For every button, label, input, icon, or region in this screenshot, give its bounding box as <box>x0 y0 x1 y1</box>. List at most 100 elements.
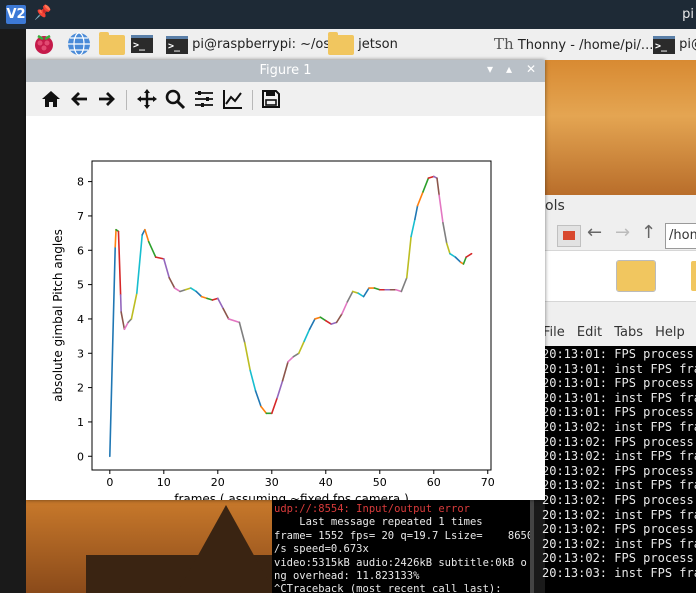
pan-icon[interactable] <box>136 88 158 110</box>
forward-arrow-icon[interactable]: → <box>615 222 630 243</box>
terminal-icon: >_ <box>166 35 188 54</box>
vnc-logo[interactable]: V2 <box>6 5 26 24</box>
thonny-icon: Th <box>494 35 514 53</box>
figure-toolbar <box>26 82 545 116</box>
folder-list <box>545 250 696 302</box>
terminal-output[interactable]: 20:13:01: FPS process 20:13:01: inst FPS … <box>542 347 696 581</box>
up-arrow-icon[interactable]: ↑ <box>641 222 656 243</box>
y-tick-label: 0 <box>77 450 84 463</box>
figure-titlebar[interactable]: Figure 1 ▾ ▴ ✕ <box>26 60 545 82</box>
terminal-line: 20:13:02: inst FPS fra <box>542 449 696 464</box>
terminal-line: 20:13:02: FPS process <box>542 522 694 537</box>
zoom-icon[interactable] <box>164 88 186 110</box>
minimize-icon[interactable]: ▾ <box>487 62 493 76</box>
terminal-line: ng overhead: 11.823133% <box>274 570 420 583</box>
terminal-line: 20:13:01: FPS process <box>542 405 694 420</box>
terminal-launcher-icon[interactable]: >_ <box>131 33 155 57</box>
taskbar: >_ >_ pi@raspberrypi: ~/os... jetson Th … <box>26 29 696 61</box>
terminal-line: ^CTraceback (most recent call last): <box>274 583 502 593</box>
folder-item[interactable] <box>616 260 656 292</box>
data-segment <box>114 228 117 248</box>
forward-icon[interactable] <box>96 88 118 110</box>
path-input[interactable]: /hom <box>665 223 696 249</box>
x-tick-label: 70 <box>481 476 495 489</box>
terminal-line: 20:13:02: inst FPS fra <box>542 536 696 551</box>
y-axis-label: absolute gimbal Pitch angles <box>51 229 65 402</box>
terminal-line: frame= 1552 fps= 20 q=19.7 Lsize= 8650 <box>274 529 534 542</box>
data-segment <box>119 294 122 313</box>
x-tick-label: 60 <box>427 476 441 489</box>
terminal-line: 20:13:03: inst FPS fra <box>542 565 696 580</box>
back-icon[interactable] <box>68 88 90 110</box>
terminal-line: 20:13:01: inst FPS fra <box>542 361 696 376</box>
desktop-wallpaper <box>545 60 696 200</box>
terminal-line: 20:13:02: FPS process <box>542 551 694 566</box>
home-icon[interactable] <box>40 88 62 110</box>
terminal-line: 20:13:02: FPS process <box>542 434 694 449</box>
terminal-line: Last message repeated 1 times <box>274 516 483 529</box>
vnc-title-bar: V2 📌 pi <box>0 0 696 29</box>
terminal-error-line: udp://:8554: Input/output error <box>274 503 470 515</box>
menu-file[interactable]: File <box>543 325 565 340</box>
configure-icon[interactable] <box>193 88 215 110</box>
menu-help[interactable]: Help <box>655 325 685 340</box>
figure-window: Figure 1 ▾ ▴ ✕ 0 10 20 30 40 50 60 70 0 1 2 3 4 5 6 7 8 f… <box>26 60 545 500</box>
x-tick-label: 0 <box>106 476 113 489</box>
folder-icon <box>328 31 354 55</box>
terminal-line: /s speed=0.673x <box>274 543 369 556</box>
edit-axes-icon[interactable] <box>222 88 244 110</box>
toolbar-separator <box>126 90 127 110</box>
figure-title: Figure 1 <box>259 63 312 78</box>
y-tick-label: 3 <box>77 347 84 360</box>
file-manager-icon[interactable] <box>99 31 125 58</box>
line-chart[interactable]: 0 10 20 30 40 50 60 70 0 1 2 3 4 5 6 7 8 frames ( assumin… <box>26 116 545 500</box>
browser-globe-icon[interactable] <box>67 32 91 56</box>
terminal-line: 20:13:01: FPS process <box>542 347 694 361</box>
terminal-scrollbar[interactable] <box>530 500 534 593</box>
y-tick-label: 5 <box>77 279 84 292</box>
x-tick-label: 40 <box>319 476 333 489</box>
terminal-line: 20:13:02: FPS process <box>542 463 694 478</box>
x-tick-label: 10 <box>157 476 171 489</box>
x-tick-label: 50 <box>373 476 387 489</box>
terminal-line: 20:13:01: inst FPS fra <box>542 390 696 405</box>
terminal-line: video:5315kB audio:2426kB subtitle:0kB o <box>274 556 527 569</box>
home-folder-icon[interactable] <box>557 225 581 247</box>
terminal-window-left: udp://:8554: Input/output error Last mes… <box>272 500 534 593</box>
terminal-line: 20:13:02: inst FPS fra <box>542 507 696 522</box>
y-tick-label: 6 <box>77 244 84 257</box>
y-tick-label: 1 <box>77 416 84 429</box>
menu-edit[interactable]: Edit <box>577 325 602 340</box>
close-icon[interactable]: ✕ <box>526 62 536 76</box>
terminal-line: 20:13:02: inst FPS fra <box>542 478 696 493</box>
folder-item[interactable] <box>691 261 696 291</box>
taskbar-folder-task[interactable]: jetson <box>328 31 398 58</box>
raspberry-menu-icon[interactable] <box>32 32 56 56</box>
file-manager-title: ols <box>545 198 565 214</box>
back-arrow-icon[interactable]: ← <box>587 222 602 243</box>
vnc-hostname: pi <box>682 7 694 22</box>
x-axis-label: frames ( assuming ~fixed fps camera ) <box>174 492 409 500</box>
taskbar-terminal-task[interactable]: >_ pi@raspberrypi: ~/os... <box>166 31 343 58</box>
save-icon[interactable] <box>260 88 282 110</box>
taskbar-thonny-task[interactable]: Th Thonny - /home/pi/... <box>494 31 653 58</box>
toolbar-separator <box>252 90 253 110</box>
plot-area <box>91 160 492 471</box>
terminal-window-right: File Edit Tabs Help 20:13:01: FPS proces… <box>542 320 696 593</box>
pin-icon[interactable]: 📌 <box>34 5 51 21</box>
desktop-wallpaper-temple <box>26 500 272 593</box>
terminal-line: 20:13:01: FPS process <box>542 376 694 391</box>
y-tick-label: 2 <box>77 382 84 395</box>
y-tick-label: 7 <box>77 210 84 223</box>
x-tick-label: 30 <box>265 476 279 489</box>
terminal-output[interactable]: udp://:8554: Input/output error Last mes… <box>274 503 534 593</box>
terminal-line: 20:13:02: FPS process <box>542 492 694 507</box>
terminal-icon: >_ <box>653 35 675 54</box>
menu-tabs[interactable]: Tabs <box>614 325 643 340</box>
y-tick-label: 4 <box>77 313 84 326</box>
maximize-icon[interactable]: ▴ <box>506 62 512 76</box>
terminal-line: 20:13:02: inst FPS fra <box>542 419 696 434</box>
terminal-menubar: File Edit Tabs Help <box>543 320 696 346</box>
taskbar-terminal-task-2[interactable]: >_ pi@ <box>653 31 696 58</box>
x-tick-label: 20 <box>211 476 225 489</box>
